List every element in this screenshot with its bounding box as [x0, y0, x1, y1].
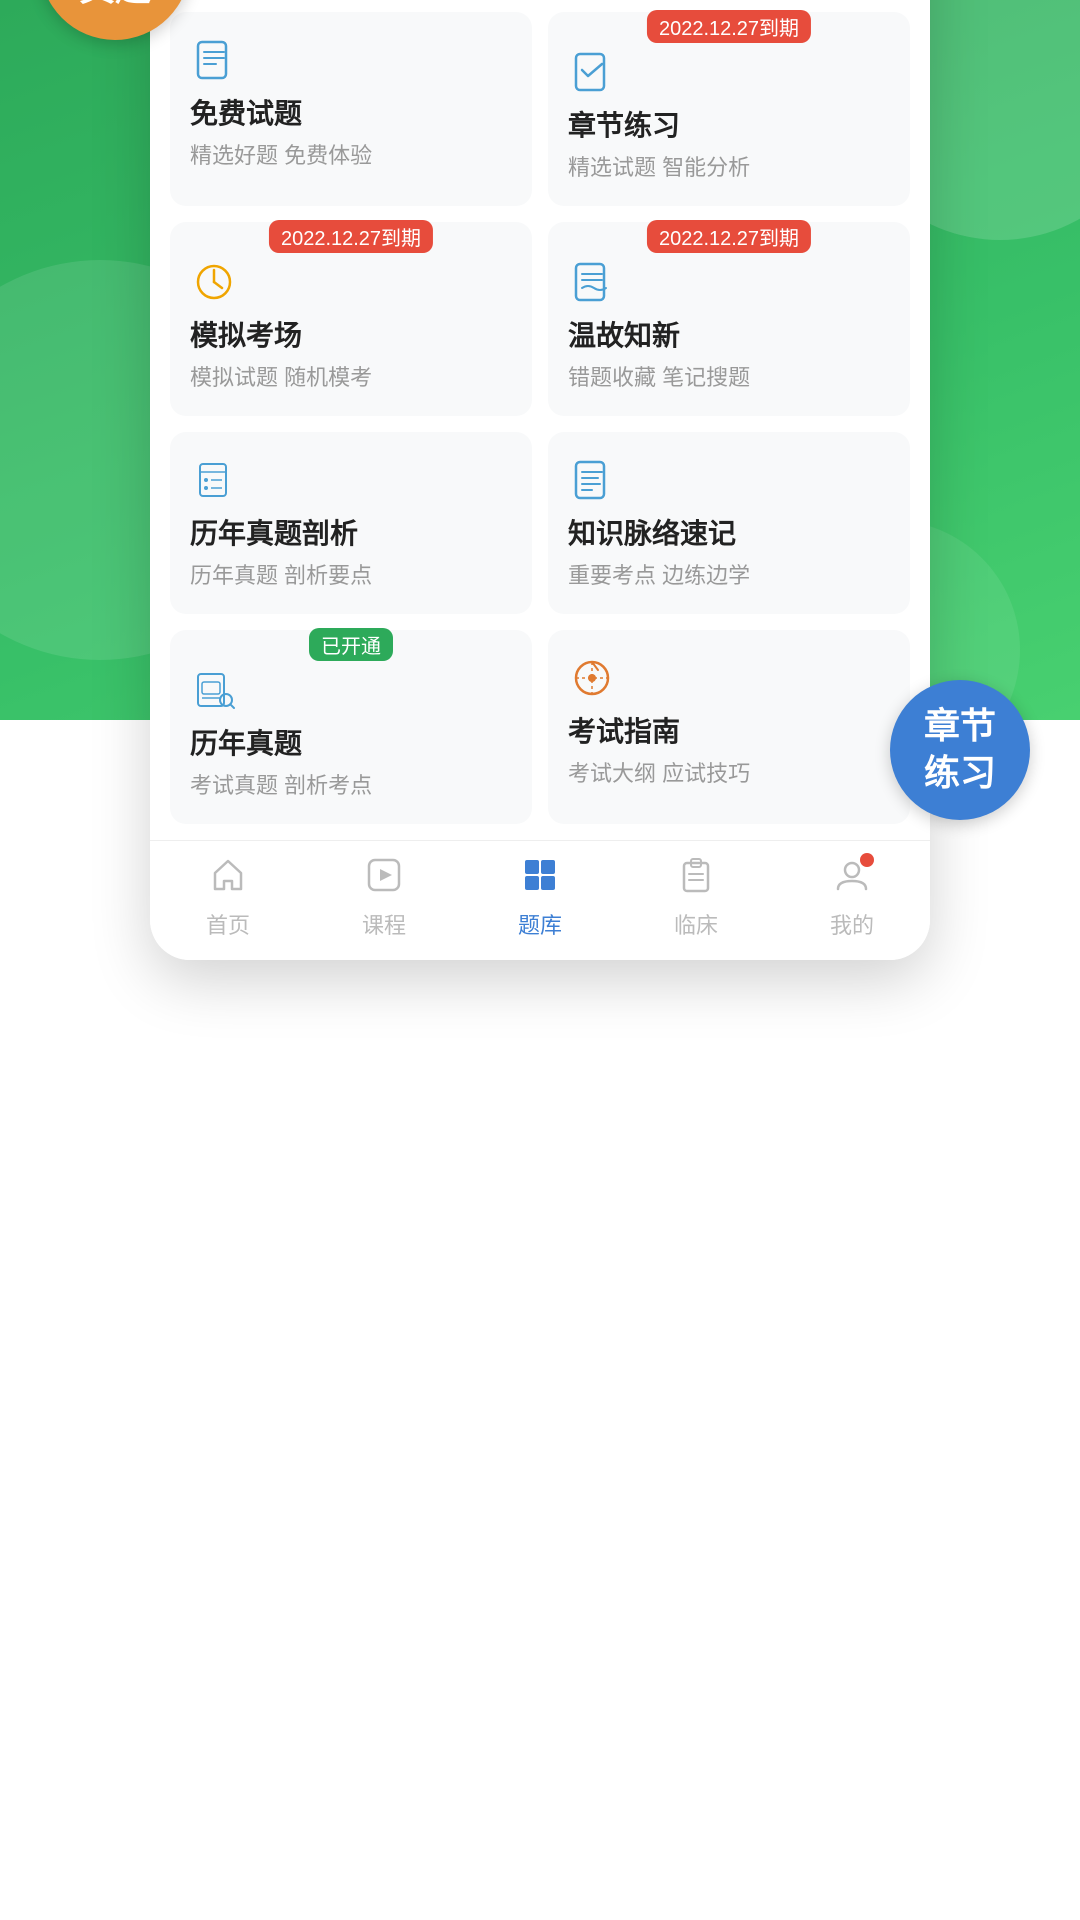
nav-course[interactable]: 课程	[306, 857, 462, 940]
review-desc: 错题收藏 笔记搜题	[568, 360, 890, 392]
guide-desc: 考试大纲 应试技巧	[568, 756, 890, 788]
feature-card-past-exam[interactable]: 已开通 历年真题 考试真题 剖析考点	[170, 630, 532, 824]
nav-course-label: 课程	[362, 908, 406, 940]
feature-card-chapter[interactable]: 2022.12.27到期 章节练习 精选试题 智能分析	[548, 12, 910, 206]
past-exam-title: 历年真题	[190, 722, 512, 762]
notification-dot	[860, 853, 874, 867]
past-exam-desc: 考试真题 剖析考点	[190, 768, 512, 800]
nav-home[interactable]: 首页	[150, 857, 306, 940]
guide-title: 考试指南	[568, 710, 890, 750]
chapter-badge: 2022.12.27到期	[647, 10, 811, 43]
guide-icon	[568, 654, 616, 702]
past-analysis-desc: 历年真题 剖析要点	[190, 558, 512, 590]
feature-card-review[interactable]: 2022.12.27到期 温故知新 错题收藏 笔记搜题	[548, 222, 910, 416]
mock-badge: 2022.12.27到期	[269, 220, 433, 253]
feature-grid: 免费试题 精选好题 免费体验 2022.12.27到期 章节练习 精选试题 智能…	[150, 0, 930, 840]
nav-clinic-label: 临床	[674, 908, 718, 940]
free-questions-title: 免费试题	[190, 92, 512, 132]
free-questions-desc: 精选好题 免费体验	[190, 138, 512, 170]
review-title: 温故知新	[568, 314, 890, 354]
feature-card-past-analysis[interactable]: 历年真题剖析 历年真题 剖析要点	[170, 432, 532, 614]
knowledge-title: 知识脉络速记	[568, 512, 890, 552]
nav-mine[interactable]: 我的	[774, 857, 930, 940]
nav-questions[interactable]: 题库	[462, 857, 618, 940]
knowledge-desc: 重要考点 边练边学	[568, 558, 890, 590]
mock-title: 模拟考场	[190, 314, 512, 354]
mock-desc: 模拟试题 随机模考	[190, 360, 512, 392]
chapter-title: 章节练习	[568, 104, 890, 144]
chapter-desc: 精选试题 智能分析	[568, 150, 890, 182]
float-badge-chapter: 章节 练习	[890, 680, 1030, 820]
knowledge-icon	[568, 456, 616, 504]
review-badge: 2022.12.27到期	[647, 220, 811, 253]
nav-clinic[interactable]: 临床	[618, 857, 774, 940]
nav-home-label: 首页	[206, 908, 250, 940]
past-analysis-icon	[190, 456, 238, 504]
past-analysis-title: 历年真题剖析	[190, 512, 512, 552]
play-icon	[366, 857, 402, 902]
clipboard-list-icon	[678, 857, 714, 902]
chapter-icon	[568, 48, 616, 96]
nav-mine-label: 我的	[830, 908, 874, 940]
bottom-nav: 首页 课程	[150, 840, 930, 960]
grid-icon	[522, 857, 558, 902]
feature-card-mock[interactable]: 2022.12.27到期 模拟考场 模拟试题 随机模考	[170, 222, 532, 416]
past-exam-badge: 已开通	[309, 628, 393, 661]
app-card: 护理学(护师)-全程特惠班 ∨	[150, 0, 930, 960]
feature-card-free-questions[interactable]: 免费试题 精选好题 免费体验	[170, 12, 532, 206]
past-exam-icon	[190, 666, 238, 714]
nav-questions-label: 题库	[518, 908, 562, 940]
review-icon	[568, 258, 616, 306]
home-icon	[210, 857, 246, 902]
user-icon	[834, 857, 870, 902]
feature-card-knowledge[interactable]: 知识脉络速记 重要考点 边练边学	[548, 432, 910, 614]
feature-card-guide[interactable]: 考试指南 考试大纲 应试技巧	[548, 630, 910, 824]
mock-icon	[190, 258, 238, 306]
free-questions-icon	[190, 36, 238, 84]
